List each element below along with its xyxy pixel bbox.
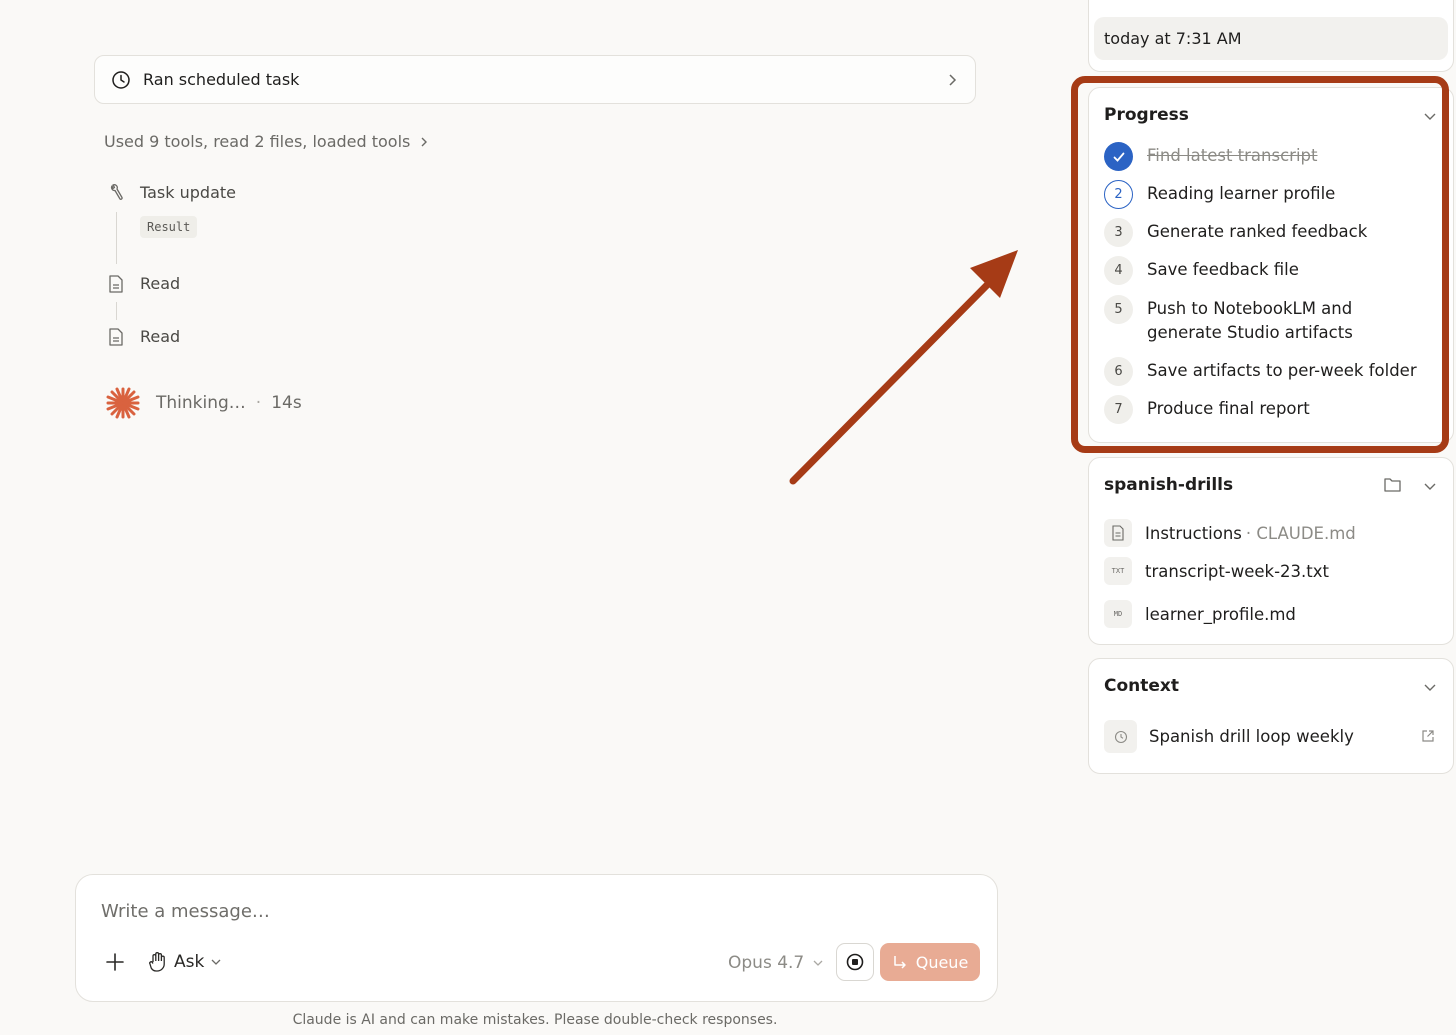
chevron-down-icon[interactable] [1423, 479, 1437, 493]
tools-summary-label: Used 9 tools, read 2 files, loaded tools [104, 132, 411, 151]
claude-spark-icon [106, 387, 140, 419]
md-file-icon: MD [1104, 600, 1132, 628]
separator-dot: · [255, 393, 262, 413]
chevron-right-icon [421, 137, 428, 146]
document-icon [109, 275, 123, 293]
queue-arrow-icon [893, 956, 906, 969]
file-suffix: · CLAUDE.md [1245, 523, 1356, 543]
context-item-label: Spanish drill loop weekly [1149, 727, 1354, 746]
model-label: Opus 4.7 [728, 953, 805, 973]
file-type-tag: TXT [1111, 567, 1125, 575]
file-name: learner_profile.md [1145, 604, 1296, 624]
queue-label: Queue [915, 952, 969, 972]
thinking-label: Thinking… [156, 393, 246, 413]
file-name: transcript-week-23.txt [1145, 561, 1330, 581]
message-composer: Write a message… Ask Opus 4.7 Queue [75, 874, 998, 1002]
thinking-status: Thinking… · 14s [104, 386, 302, 420]
chevron-down-icon[interactable] [1423, 680, 1437, 694]
project-panel: spanish-drills Instructions · CLAUDE.md … [1088, 457, 1454, 645]
model-selector[interactable]: Opus 4.7 [728, 953, 824, 973]
document-icon [1104, 519, 1132, 547]
timeline-item-read[interactable]: Read [140, 274, 180, 293]
context-panel: Context Spanish drill loop weekly [1088, 658, 1454, 774]
clock-icon [112, 70, 130, 89]
message-input[interactable]: Write a message… [101, 901, 270, 922]
chevron-down-icon [211, 959, 221, 965]
context-item[interactable]: Spanish drill loop weekly [1104, 720, 1354, 753]
tools-summary[interactable]: Used 9 tools, read 2 files, loaded tools [104, 132, 430, 151]
chevron-right-icon [949, 73, 957, 86]
timeline-connector [116, 302, 117, 320]
external-link-icon[interactable] [1421, 729, 1435, 743]
scheduled-task-label: Ran scheduled task [143, 70, 300, 89]
mode-label: Ask [174, 952, 205, 972]
annotation-highlight-box [1071, 76, 1449, 453]
project-title: spanish-drills [1104, 475, 1234, 495]
clock-icon [1104, 720, 1137, 753]
timestamp-pill: today at 7:31 AM [1094, 17, 1448, 60]
context-title: Context [1104, 676, 1180, 696]
disclaimer: Claude is AI and can make mistakes. Plea… [292, 1012, 778, 1028]
scheduled-task-card[interactable]: Ran scheduled task [94, 55, 976, 104]
chevron-down-icon [813, 960, 823, 966]
txt-file-icon: TXT [1104, 557, 1132, 585]
result-chip[interactable]: Result [140, 216, 198, 238]
file-name: Instructions [1145, 523, 1242, 543]
file-item-learner-profile[interactable]: MD learner_profile.md [1104, 600, 1296, 628]
file-type-tag: MD [1113, 610, 1123, 618]
mode-selector[interactable]: Ask [148, 951, 222, 973]
stop-icon [846, 953, 864, 971]
plus-icon[interactable] [104, 951, 126, 973]
annotation-arrow [789, 250, 1018, 485]
document-icon [109, 328, 123, 346]
hand-icon [149, 952, 165, 972]
thinking-time: 14s [271, 393, 302, 413]
timeline-item-task-update[interactable]: Task update [140, 183, 236, 202]
timeline-connector [116, 212, 117, 264]
stop-button[interactable] [836, 943, 874, 981]
file-item-transcript[interactable]: TXT transcript-week-23.txt [1104, 557, 1329, 585]
wrench-icon [110, 184, 123, 200]
folder-icon[interactable] [1384, 477, 1401, 492]
timeline-item-read[interactable]: Read [140, 327, 180, 346]
queue-button[interactable]: Queue [880, 943, 980, 981]
file-item-instructions[interactable]: Instructions · CLAUDE.md [1104, 519, 1356, 547]
